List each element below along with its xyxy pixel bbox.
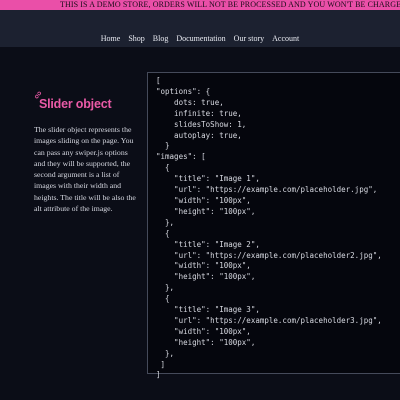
site-header: Home Shop Blog Documentation Our story A… <box>0 10 400 47</box>
section-description: The slider object represents the images … <box>34 125 136 214</box>
title-row: Slider object <box>34 90 138 116</box>
nav-item-our-story[interactable]: Our story <box>234 34 264 44</box>
main-nav: Home Shop Blog Documentation Our story A… <box>0 34 400 44</box>
nav-item-home[interactable]: Home <box>101 34 121 44</box>
nav-item-blog[interactable]: Blog <box>153 34 169 44</box>
page-title: Slider object <box>39 97 112 111</box>
banner-text: THIS IS A DEMO STORE, ORDERS WILL NOT BE… <box>60 0 400 9</box>
code-text: [ "options": { dots: true, infinite: tru… <box>156 76 382 380</box>
demo-store-banner: THIS IS A DEMO STORE, ORDERS WILL NOT BE… <box>0 0 400 10</box>
code-block: [ "options": { dots: true, infinite: tru… <box>147 72 400 379</box>
nav-item-shop[interactable]: Shop <box>128 34 144 44</box>
nav-item-documentation[interactable]: Documentation <box>176 34 225 44</box>
nav-item-account[interactable]: Account <box>272 34 299 44</box>
section-heading: Slider object <box>34 90 138 116</box>
